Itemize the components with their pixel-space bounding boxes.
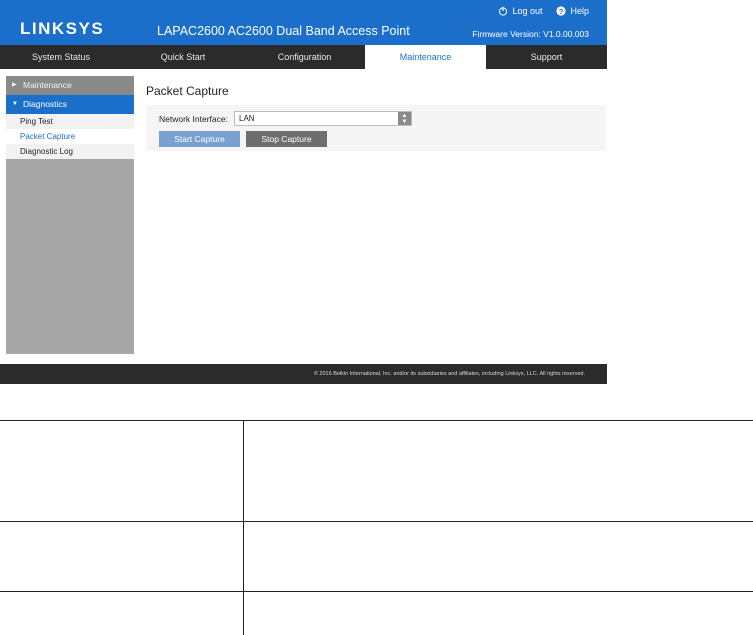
sidebar-item-packet-capture[interactable]: Packet Capture bbox=[6, 129, 134, 144]
header-bar: LINKSYS LAPAC2600 AC2600 Dual Band Acces… bbox=[0, 0, 607, 45]
logout-link[interactable]: Log out bbox=[498, 6, 542, 16]
network-interface-select[interactable]: LAN ▲ ▼ bbox=[234, 111, 412, 126]
table-cell bbox=[0, 521, 244, 592]
sidebar-group-label: Maintenance bbox=[23, 80, 72, 90]
table-row bbox=[0, 521, 753, 592]
logout-label: Log out bbox=[512, 6, 543, 16]
sidebar-item-ping-test[interactable]: Ping Test bbox=[6, 114, 134, 129]
page-title: Packet Capture bbox=[146, 84, 229, 98]
sidebar-group-maintenance[interactable]: ▶ Maintenance bbox=[6, 76, 134, 95]
document-table bbox=[0, 420, 753, 635]
sidebar-group-label: Diagnostics bbox=[23, 99, 67, 109]
header-links: Log out ? Help bbox=[498, 6, 589, 16]
tab-configuration[interactable]: Configuration bbox=[244, 45, 365, 69]
start-capture-button[interactable]: Start Capture bbox=[159, 131, 240, 147]
network-interface-label: Network Interface: bbox=[159, 114, 228, 124]
help-link[interactable]: ? Help bbox=[556, 6, 589, 16]
table-row bbox=[0, 591, 753, 635]
router-admin-screenshot: LINKSYS LAPAC2600 AC2600 Dual Band Acces… bbox=[0, 0, 607, 384]
sidebar-item-diagnostic-log[interactable]: Diagnostic Log bbox=[6, 144, 134, 159]
tab-maintenance[interactable]: Maintenance bbox=[365, 45, 486, 69]
help-label: Help bbox=[570, 6, 589, 16]
sidebar-group-diagnostics[interactable]: ▼ Diagnostics bbox=[6, 95, 134, 114]
caret-right-icon: ▶ bbox=[12, 82, 17, 88]
linksys-logo: LINKSYS bbox=[20, 19, 105, 38]
packet-capture-panel: Network Interface: LAN ▲ ▼ Start Capture … bbox=[146, 105, 606, 151]
footer-copyright: © 2016 Belkin International, Inc. and/or… bbox=[0, 364, 607, 384]
caret-down-icon: ▼ bbox=[12, 101, 18, 107]
main-nav: System Status Quick Start Configuration … bbox=[0, 45, 607, 69]
select-arrows-icon: ▲ ▼ bbox=[398, 112, 411, 125]
tab-support[interactable]: Support bbox=[486, 45, 607, 69]
table-cell bbox=[243, 420, 753, 522]
product-title: LAPAC2600 AC2600 Dual Band Access Point bbox=[157, 24, 410, 38]
table-cell bbox=[243, 521, 753, 592]
stop-capture-button[interactable]: Stop Capture bbox=[246, 131, 327, 147]
table-cell bbox=[0, 420, 244, 522]
power-icon bbox=[499, 6, 508, 16]
sidebar: ▶ Maintenance ▼ Diagnostics Ping Test Pa… bbox=[6, 76, 134, 354]
help-icon: ? bbox=[556, 6, 567, 16]
table-cell bbox=[243, 591, 753, 635]
tab-quick-start[interactable]: Quick Start bbox=[122, 45, 244, 69]
table-row bbox=[0, 420, 753, 522]
table-cell bbox=[0, 591, 244, 635]
network-interface-value: LAN bbox=[239, 114, 255, 123]
svg-text:?: ? bbox=[559, 7, 564, 16]
firmware-version: Firmware Version: V1.0.00.003 bbox=[472, 29, 589, 39]
tab-system-status[interactable]: System Status bbox=[0, 45, 122, 69]
